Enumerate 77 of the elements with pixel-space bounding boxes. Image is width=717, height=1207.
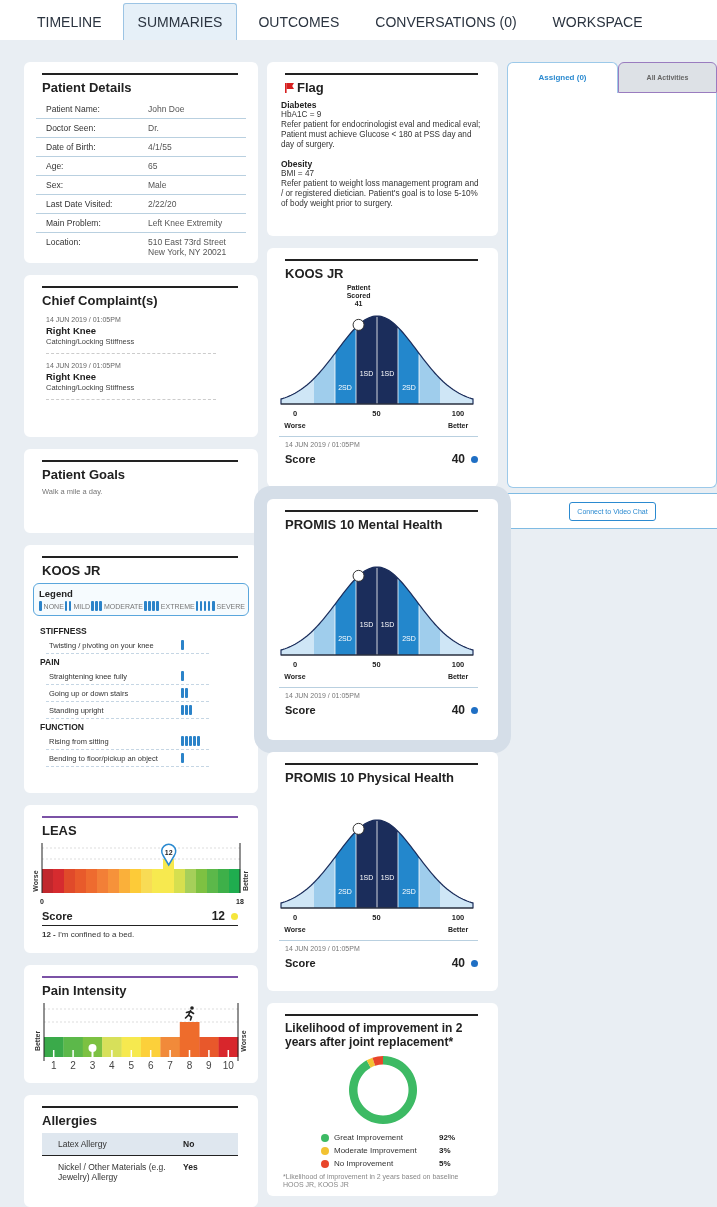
complaint-title: Right Knee <box>46 325 98 336</box>
axis-label: 10 <box>222 1060 234 1071</box>
allergy-name: Nickel / Other Materials (e.g. Jewelry) Allergy <box>58 1162 167 1182</box>
tab[interactable]: CONVERSATIONS (0) <box>360 3 532 40</box>
field-label: Patient Name: <box>46 104 101 114</box>
axis-label: 1 <box>50 1060 57 1071</box>
card-title: PROMIS 10 Mental Health <box>285 517 444 532</box>
tab[interactable]: Assigned (0) <box>507 62 618 93</box>
allergy-value: No <box>183 1139 195 1149</box>
field-label: Main Problem: <box>46 218 102 228</box>
section-heading: STIFFNESS <box>40 626 88 636</box>
field-label: Last Date Visited: <box>46 199 114 209</box>
legend-label: No Improvement <box>334 1159 395 1168</box>
field-label: Location: <box>46 237 82 249</box>
card-title: KOOS JR <box>42 563 102 578</box>
score-value: 40 <box>451 956 465 970</box>
field-value: Dr. <box>148 123 159 133</box>
condition-title: Obesity <box>281 159 313 170</box>
card-title: Chief Complaint(s) <box>42 293 159 308</box>
section-heading: PAIN <box>40 657 61 667</box>
score-label: Score <box>42 910 73 922</box>
field-label: Doctor Seen: <box>46 123 97 133</box>
axis-label: 3 <box>89 1060 96 1071</box>
tab[interactable]: SUMMARIES <box>122 3 238 40</box>
card-title: Patient Goals <box>42 467 127 482</box>
score-value: 12 <box>211 909 225 923</box>
legend-title: Legend <box>39 588 74 599</box>
note-text: Refer patient to weight loss management program and / or registered dietician. Patient's goal is to lose 5-10% of body weight prior to surgery. <box>281 179 480 209</box>
flag-icon <box>285 82 294 93</box>
axis-label: 2 <box>70 1060 76 1071</box>
score-label: Score <box>285 704 316 716</box>
tab[interactable]: WORKSPACE <box>537 3 658 40</box>
field-value: 65 <box>148 161 158 171</box>
field-value: 4/1/55 <box>148 142 172 152</box>
legend-value: 5% <box>439 1159 452 1168</box>
field-value: Left Knee Extremity <box>148 218 223 228</box>
field-value: Male <box>148 180 167 190</box>
card-title: Allergies <box>42 1113 98 1128</box>
card-title: Pain Intensity <box>42 983 128 998</box>
score-value: 40 <box>451 452 465 466</box>
field-value: 510 East 73rd Street New York, NY 20021 <box>148 237 227 257</box>
axis-label: 8 <box>186 1060 193 1071</box>
legend-label: Moderate Improvement <box>334 1146 418 1155</box>
axis-label: 6 <box>147 1060 154 1071</box>
legend-value: 3% <box>439 1146 452 1155</box>
axis-label: 7 <box>167 1060 173 1071</box>
note-text: Refer patient for endocrinologist eval and medical eval; Patient must achieve Glucose < 180 at PSS day and day of surgery. <box>281 119 482 150</box>
measure-text: HbA1C = 9 <box>281 110 323 120</box>
score-label: Score <box>285 453 316 465</box>
score-value: 40 <box>451 703 465 717</box>
section-heading: FUNCTION <box>40 722 85 732</box>
field-value: 2/22/20 <box>148 199 177 209</box>
legend-value: 92% <box>439 1133 456 1142</box>
card-title: LEAS <box>42 823 78 838</box>
axis-label: 9 <box>206 1060 212 1071</box>
axis-label: 4 <box>109 1060 115 1071</box>
score-description: 12 - I'm confined to a bed. <box>42 930 136 939</box>
tab[interactable]: TIMELINE <box>22 3 117 40</box>
card-title: Likelihood of improvement in 2 years after joint replacement* <box>285 1021 464 1049</box>
allergy-value: Yes <box>183 1162 198 1174</box>
score-label: Score <box>285 957 316 969</box>
field-label: Sex: <box>46 180 64 190</box>
card-title: PROMIS 10 Physical Health <box>285 770 456 785</box>
field-value: John Doe <box>148 104 185 114</box>
legend-label: Great Improvement <box>334 1133 404 1142</box>
field-label: Date of Birth: <box>46 142 97 152</box>
condition-title: Diabetes <box>281 100 318 110</box>
field-label: Age: <box>46 161 65 171</box>
card-title: Patient Details <box>42 80 133 95</box>
measure-text: BMI = 47 <box>281 169 315 179</box>
axis-label: 5 <box>128 1060 135 1071</box>
tab[interactable]: OUTCOMES <box>243 3 355 40</box>
card-title: KOOS JR <box>285 266 345 281</box>
complaint-title: Right Knee <box>46 371 98 382</box>
allergy-name: Latex Allergy <box>58 1139 108 1149</box>
running-person-icon <box>184 1006 195 1021</box>
card-title: Flag <box>297 80 324 95</box>
